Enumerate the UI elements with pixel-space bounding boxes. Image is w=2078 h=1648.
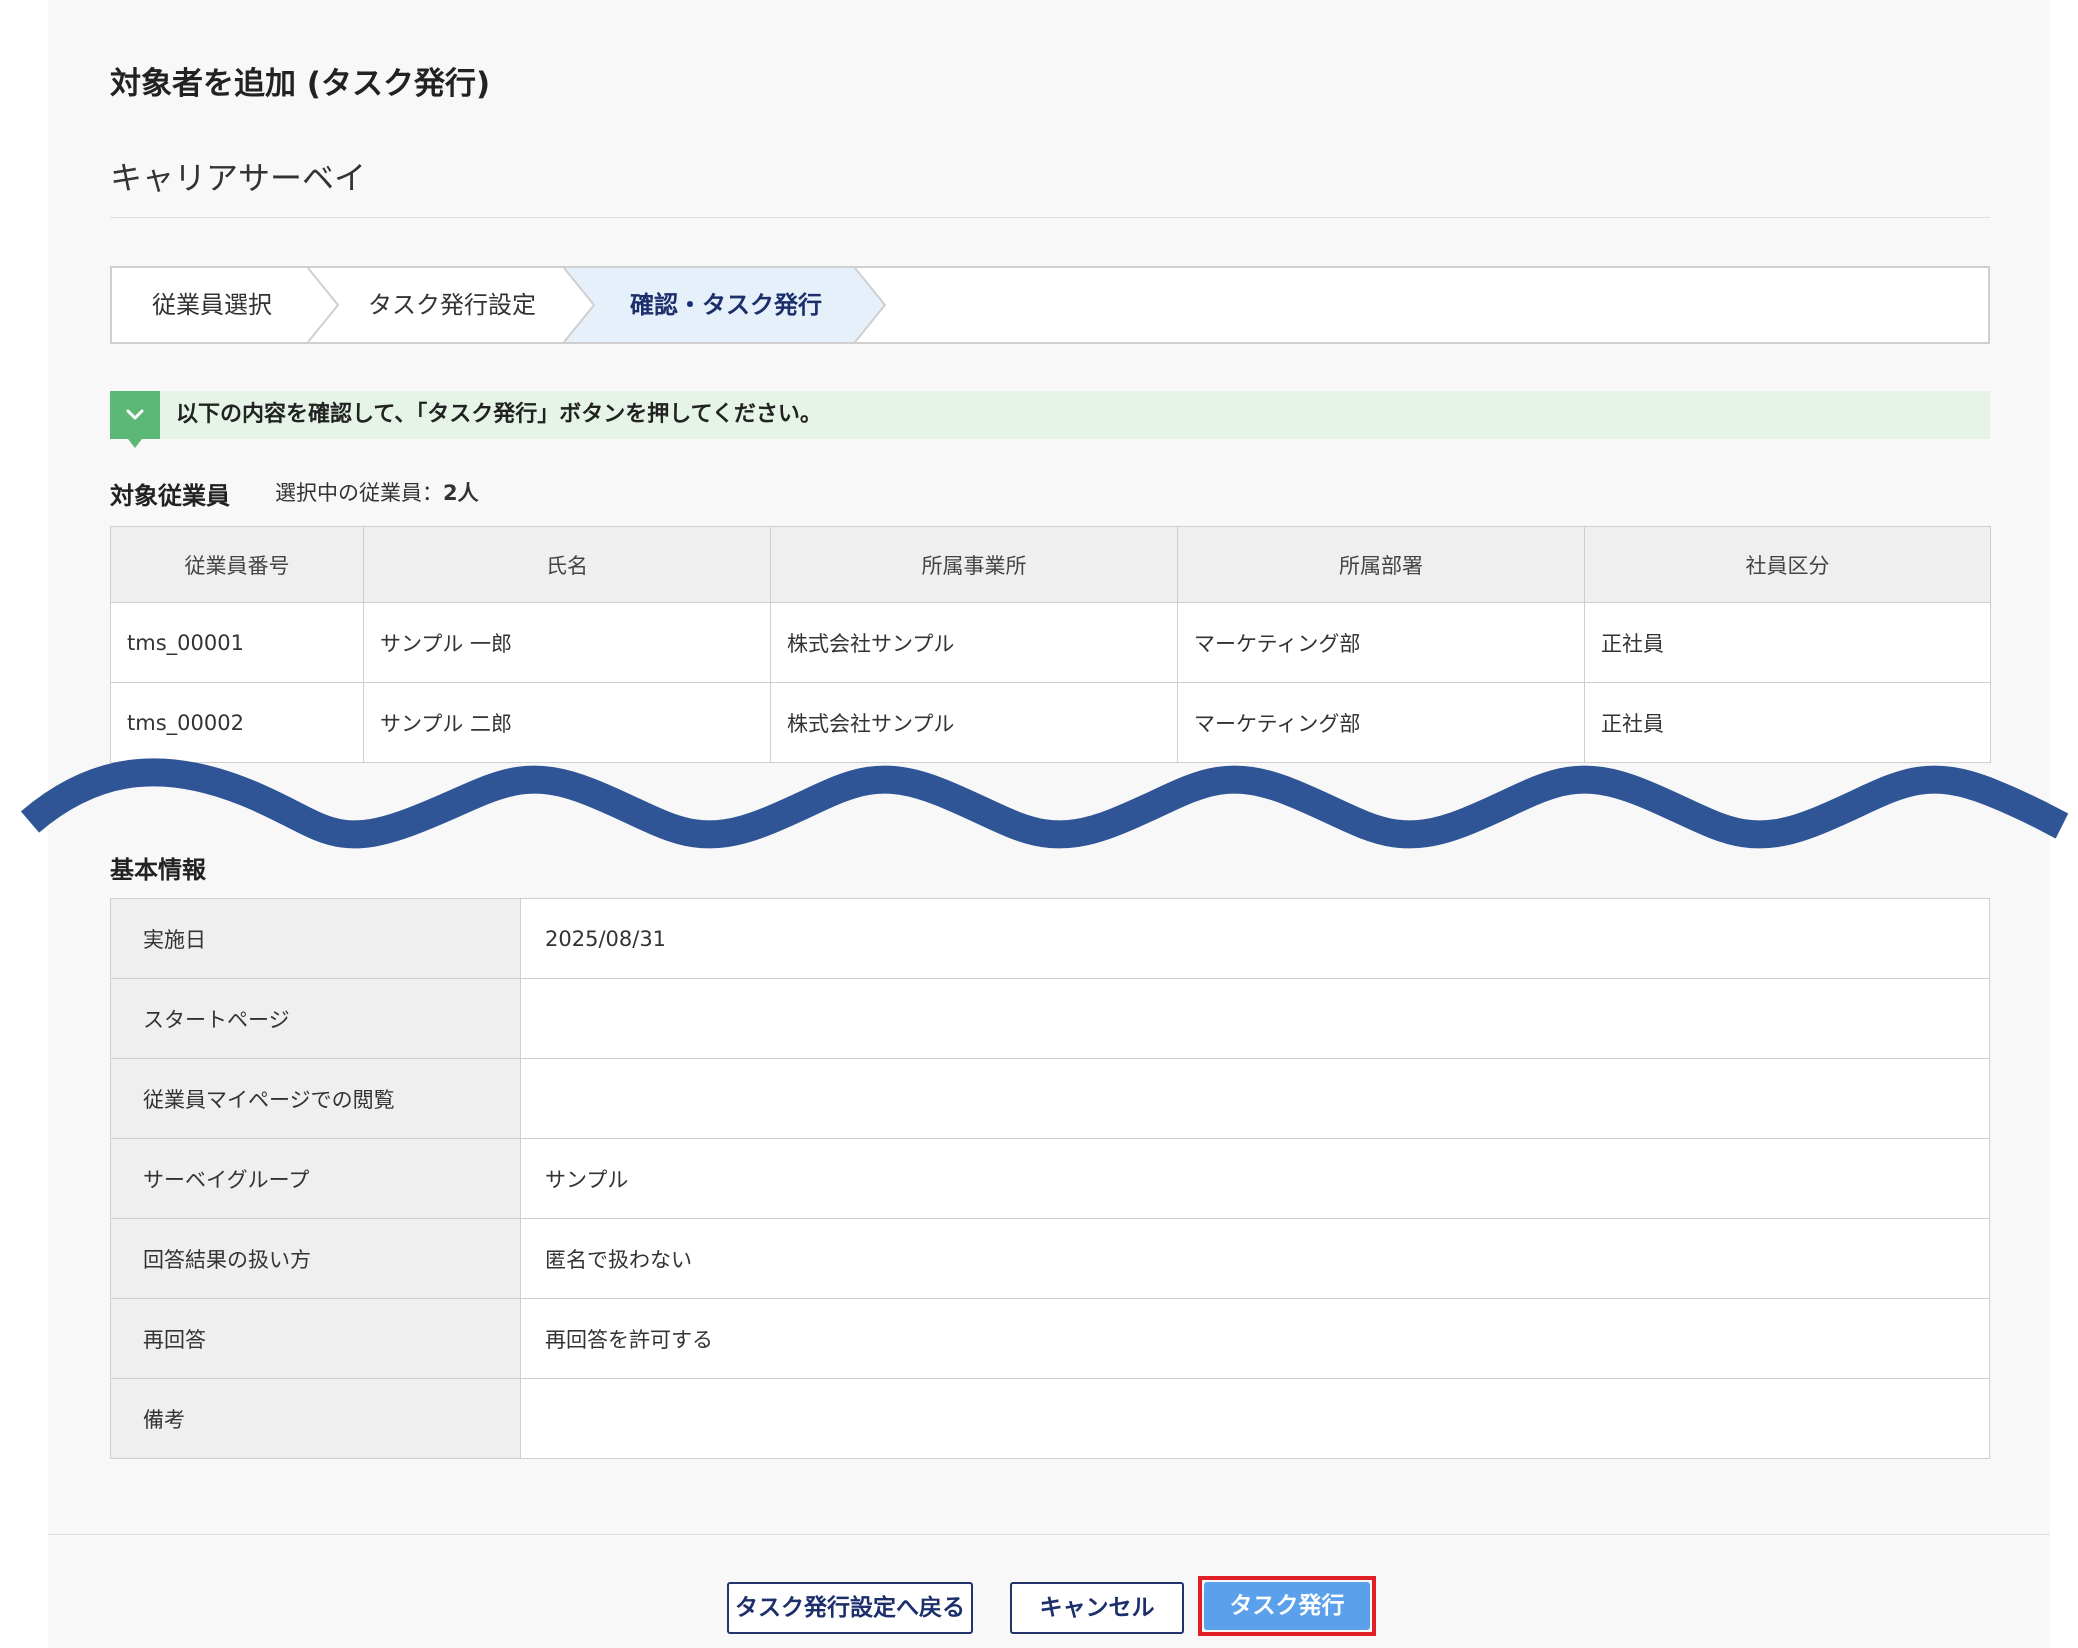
table-row: 従業員マイページでの閲覧 xyxy=(110,1058,1990,1139)
row-label: 再回答 xyxy=(110,1298,521,1379)
progress-stepper: 従業員選択 タスク発行設定 確認・タスク発行 xyxy=(110,266,1990,344)
cancel-button[interactable]: キャンセル xyxy=(1010,1582,1184,1634)
back-to-task-settings-button[interactable]: タスク発行設定へ戻る xyxy=(727,1582,973,1634)
row-value xyxy=(520,1058,1990,1139)
page-title: 対象者を追加 (タスク発行) xyxy=(110,66,491,102)
chevron-down-icon xyxy=(110,391,160,448)
selected-count-label: 選択中の従業員： xyxy=(275,481,443,505)
row-label: 回答結果の扱い方 xyxy=(110,1218,521,1299)
column-header: 所属部署 xyxy=(1177,526,1585,603)
omission-wave xyxy=(20,758,2069,849)
employee-type: 正社員 xyxy=(1584,602,1991,683)
table-row: スタートページ xyxy=(110,978,1990,1059)
row-value xyxy=(520,978,1990,1059)
step-confirm-issue: 確認・タスク発行 xyxy=(630,291,822,319)
step-employee-select: 従業員選択 xyxy=(152,291,272,319)
column-header: 氏名 xyxy=(363,526,771,603)
row-value: サンプル xyxy=(520,1138,1990,1219)
target-employees-heading: 対象従業員 xyxy=(110,482,230,510)
confirmation-notice: 以下の内容を確認して、「タスク発行」ボタンを押してください。 xyxy=(110,391,1990,448)
row-value: 2025/08/31 xyxy=(520,898,1990,979)
basic-info-heading: 基本情報 xyxy=(110,856,206,884)
row-value xyxy=(520,1378,1990,1459)
step-task-settings: タスク発行設定 xyxy=(368,291,536,319)
table-row: tms_00001 サンプル 一郎 株式会社サンプル マーケティング部 正社員 xyxy=(110,602,1991,683)
column-header: 所属事業所 xyxy=(770,526,1178,603)
basic-info-table: 実施日 2025/08/31 スタートページ 従業員マイページでの閲覧 サーベイ… xyxy=(110,898,1990,1459)
row-value: 匿名で扱わない xyxy=(520,1218,1990,1299)
table-row: 備考 xyxy=(110,1378,1990,1459)
issue-task-button[interactable]: タスク発行 xyxy=(1204,1582,1370,1630)
survey-title: キャリアサーベイ xyxy=(110,159,367,197)
notice-text: 以下の内容を確認して、「タスク発行」ボタンを押してください。 xyxy=(176,402,822,427)
row-label: 実施日 xyxy=(110,898,521,979)
row-label: 備考 xyxy=(110,1378,521,1459)
title-divider xyxy=(110,217,1990,218)
column-header: 従業員番号 xyxy=(110,526,364,603)
table-row: 再回答 再回答を許可する xyxy=(110,1298,1990,1379)
table-header-row: 従業員番号 氏名 所属事業所 所属部署 社員区分 xyxy=(110,526,1991,603)
employee-table: 従業員番号 氏名 所属事業所 所属部署 社員区分 tms_00001 サンプル … xyxy=(110,526,1991,763)
employee-department: マーケティング部 xyxy=(1177,602,1585,683)
row-label: 従業員マイページでの閲覧 xyxy=(110,1058,521,1139)
table-row: 実施日 2025/08/31 xyxy=(110,898,1990,979)
selected-count-value: 2人 xyxy=(443,481,479,505)
row-label: スタートページ xyxy=(110,978,521,1059)
employee-office: 株式会社サンプル xyxy=(770,602,1178,683)
row-value: 再回答を許可する xyxy=(520,1298,1990,1379)
selected-count: 選択中の従業員：2人 xyxy=(275,477,479,507)
table-row: 回答結果の扱い方 匿名で扱わない xyxy=(110,1218,1990,1299)
employee-number: tms_00001 xyxy=(110,602,364,683)
table-row: サーベイグループ サンプル xyxy=(110,1138,1990,1219)
footer-divider xyxy=(48,1534,2050,1535)
column-header: 社員区分 xyxy=(1584,526,1991,603)
employee-name: サンプル 一郎 xyxy=(363,602,771,683)
row-label: サーベイグループ xyxy=(110,1138,521,1219)
